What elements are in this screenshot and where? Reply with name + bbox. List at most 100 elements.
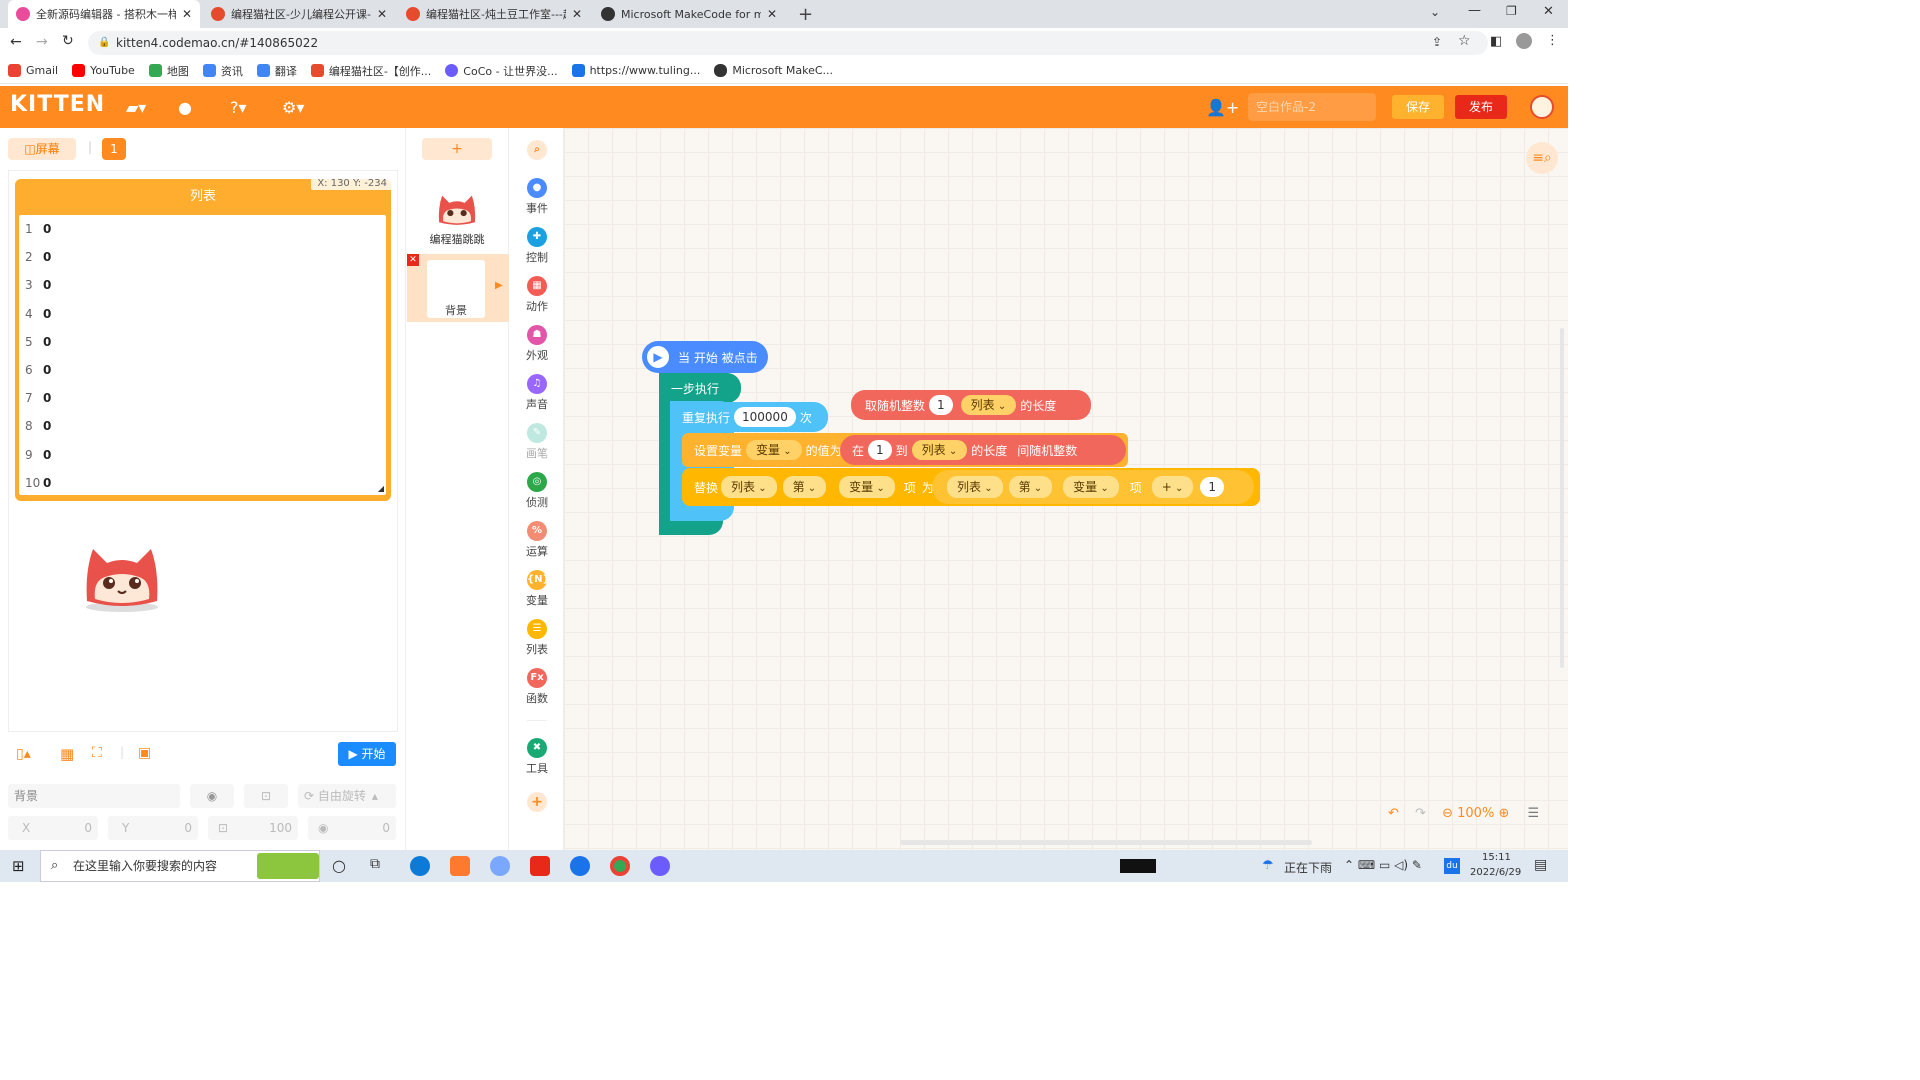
bookmark-maps[interactable]: 地图 [148,63,189,79]
media-widget[interactable] [1120,859,1156,873]
nth-dropdown[interactable]: 第 [782,476,827,498]
category-variables[interactable]: {N} 变量 [510,570,564,608]
horizontal-scrollbar[interactable] [900,840,1312,845]
reload-icon[interactable]: ↻ [62,33,74,49]
settings-gear-icon[interactable]: ⚙▾ [282,98,304,117]
replace-list-item-block[interactable]: 替换 列表 第 变量 项 为 列表 第 变量 项 + 1 [682,468,1260,506]
cortana-icon[interactable]: ○ [332,856,346,875]
fullscreen-icon[interactable]: ⛶ [92,745,102,761]
bookmark-gmail[interactable]: Gmail [8,64,58,77]
repeat-count-input[interactable]: 100000 [734,407,796,427]
random-integer-block[interactable]: 取随机整数 1 列表 的长度 [851,390,1091,420]
undo-icon[interactable]: ↶ [1388,806,1399,821]
list-dropdown[interactable]: 列表 [911,440,968,460]
operator-dropdown[interactable]: + [1151,476,1194,498]
device-icon[interactable]: ▯▴ [16,746,31,762]
minimize-icon[interactable]: — [1468,3,1481,18]
ime-icon[interactable]: du [1444,858,1460,874]
forward-icon[interactable]: → [36,34,48,50]
maximize-icon[interactable]: ❐ [1506,4,1517,18]
block-search[interactable]: ⌕ [510,140,564,162]
bookmark-makecode[interactable]: Microsoft MakeC... [714,64,833,77]
bookmark-translate[interactable]: 翻译 [256,63,297,79]
app-icon[interactable] [530,856,550,876]
record-icon[interactable]: ▣ [138,745,151,761]
category-sound[interactable]: ♫ 声音 [510,374,564,412]
browser-tab[interactable]: Microsoft MakeCode for mic ✕ [593,0,785,28]
add-sprite-button[interactable]: + [422,138,492,160]
bookmark-tuling[interactable]: https://www.tuling... [571,64,700,77]
category-motion[interactable]: ▦ 动作 [510,276,564,314]
close-tab-icon[interactable]: ✕ [572,7,582,21]
close-tab-icon[interactable]: ✕ [767,7,777,21]
bookmark-news[interactable]: 资讯 [202,63,243,79]
zoom-in-icon[interactable]: ⊕ [1498,806,1509,821]
random-integer-block[interactable]: 在 1 到 列表 的长度 间随机整数 [840,435,1126,465]
lock-icon[interactable]: ⊡ [244,784,288,808]
list-item-reporter[interactable]: 列表 第 变量 项 + 1 [932,470,1254,504]
add-collaborator-icon[interactable]: 👤+ [1206,98,1239,117]
help-icon[interactable]: ?▾ [230,98,247,117]
category-pen[interactable]: ✎ 画笔 [510,423,564,461]
screen-button[interactable]: ◫屏幕 [8,138,76,160]
set-variable-block[interactable]: 设置变量 变量 的值为 在 1 到 列表 的长度 间随机整数 [682,433,1128,467]
x-field[interactable]: X0 [8,816,98,840]
list-dropdown[interactable]: 列表 [721,476,777,498]
app-icon[interactable] [490,856,510,876]
taskbar-search-input[interactable]: ⌕ 在这里输入你要搜索的内容 [40,850,320,882]
expand-arrow-icon[interactable]: ▶ [495,280,503,291]
app-icon[interactable] [650,856,670,876]
direction-field[interactable]: ◉ 0 [308,816,396,840]
start-button[interactable]: ▶ 开始 [338,742,396,766]
screen-number-button[interactable]: 1 [102,138,126,160]
background-item[interactable]: ✕ 背景 ▶ [407,254,509,322]
nth-dropdown[interactable]: 第 [1008,476,1053,498]
bookmark-codemao[interactable]: 编程猫社区-【创作... [310,63,431,79]
sprite-item[interactable]: 编程猫跳跳 [422,174,492,246]
category-functions[interactable]: Fx 函数 [510,668,564,706]
save-button[interactable]: 保存 [1392,95,1444,119]
category-sensing[interactable]: ◎ 侦测 [510,472,564,510]
app-icon[interactable] [450,856,470,876]
close-tab-icon[interactable]: ✕ [182,7,192,21]
visibility-eye-icon[interactable]: ◉ [190,784,234,808]
close-tab-icon[interactable]: ✕ [377,7,387,21]
sidepanel-icon[interactable]: ◧ [1490,34,1502,49]
rotation-mode-select[interactable]: ⟳ 自由旋转 ▴ [298,784,396,808]
star-icon[interactable]: ☆ [1458,33,1471,49]
list-dropdown[interactable]: 列表 [947,476,1003,498]
category-looks[interactable]: ☗ 外观 [510,325,564,363]
edge-icon[interactable] [410,856,430,876]
add-extension-button[interactable]: + [510,792,564,814]
variable-dropdown[interactable]: 变量 [839,476,895,498]
repeat-block[interactable]: 重复执行 100000 次 [670,402,828,432]
backpack-icon[interactable]: ● [178,98,192,117]
chrome-icon[interactable] [610,856,630,876]
size-field[interactable]: ⊡ 100 [208,816,298,840]
windows-start-icon[interactable]: ⊞ [12,857,25,875]
list-dropdown[interactable]: 列表 [960,395,1017,415]
menu-icon[interactable]: ⋮ [1546,33,1559,48]
align-blocks-icon[interactable]: ☰ [1528,806,1540,821]
share-icon[interactable]: ⇪ [1432,35,1442,49]
notifications-icon[interactable]: ▤ [1534,857,1547,873]
list-monitor[interactable]: 列表 X: 130 Y: -234 10 20 30 40 50 60 70 8… [15,177,393,501]
clock-time[interactable]: 15:11 [1482,852,1511,863]
folder-icon[interactable]: ▰▾ [126,98,146,117]
variable-dropdown[interactable]: 变量 [1063,476,1119,498]
category-tools[interactable]: ✖ 工具 [510,738,564,776]
random-min-input[interactable]: 1 [868,440,892,460]
category-events[interactable]: ● 事件 [510,178,564,216]
when-start-clicked-block[interactable]: ▶ 当 开始 被点击 [642,341,768,373]
task-view-icon[interactable]: ⧉ [370,856,380,872]
code-search-icon[interactable]: ≡⌕ [1526,142,1558,174]
variable-dropdown[interactable]: 变量 [746,440,802,460]
y-field[interactable]: Y0 [108,816,198,840]
random-min-input[interactable]: 1 [929,395,953,415]
bookmark-coco[interactable]: CoCo - 让世界没... [445,63,558,79]
step-run-header[interactable]: 一步执行 [659,373,741,403]
browser-tab[interactable]: 编程猫社区-炖土豆工作室---起 ✕ [398,0,590,28]
weather-text[interactable]: 正在下雨 [1284,859,1332,876]
resize-handle-icon[interactable]: ◢ [378,484,384,493]
browser-tab[interactable]: 全新源码编辑器 - 搭积木一样有 ✕ [8,0,200,28]
